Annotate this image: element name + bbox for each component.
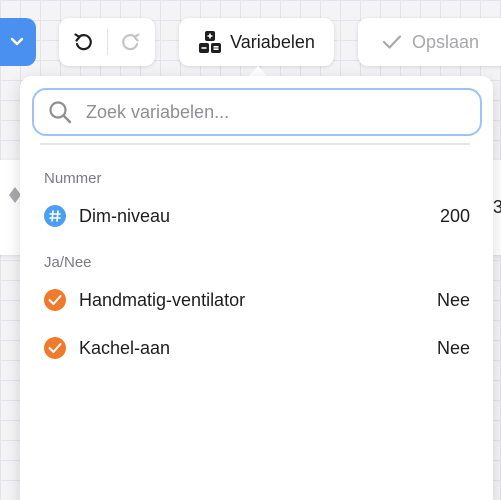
variable-value: Nee: [436, 289, 470, 310]
variables-icon: [199, 31, 222, 53]
variable-row-handmatig-ventilator[interactable]: Handmatig-ventilator Nee: [44, 285, 470, 315]
check-icon: [382, 35, 402, 49]
redo-button[interactable]: [107, 18, 155, 66]
save-button[interactable]: Opslaan: [358, 18, 501, 66]
variable-value: Nee: [436, 337, 470, 358]
history-controls: [59, 18, 155, 66]
undo-button[interactable]: [59, 18, 107, 66]
variables-button-label: Variabelen: [230, 31, 315, 52]
search-box[interactable]: [32, 88, 482, 136]
save-button-label: Opslaan: [412, 31, 480, 52]
variable-row-kachel-aan[interactable]: Kachel-aan Nee: [44, 333, 470, 363]
hash-icon: [44, 205, 66, 227]
check-circle-icon: [44, 337, 66, 359]
chevron-down-icon: [10, 37, 24, 46]
variable-row-dim-niveau[interactable]: Dim-niveau 200: [44, 201, 470, 231]
section-title-number: Nummer: [44, 170, 102, 187]
search-divider: [40, 143, 470, 145]
redo-icon: [122, 33, 140, 51]
search-icon: [49, 101, 72, 124]
canvas-node-right-text: 3: [493, 197, 501, 217]
variable-label: Handmatig-ventilator: [79, 289, 246, 310]
check-circle-icon: [44, 289, 66, 311]
variables-dropdown: Nummer Dim-niveau 200 Ja/Nee Handmatig-v…: [20, 76, 493, 500]
variable-label: Dim-niveau: [79, 205, 171, 226]
collapse-dropdown-button[interactable]: [0, 18, 36, 66]
variable-value: 200: [439, 205, 470, 226]
section-title-boolean: Ja/Nee: [44, 254, 92, 271]
variables-button[interactable]: Variabelen: [179, 18, 334, 66]
undo-icon: [74, 33, 92, 51]
variable-label: Kachel-aan: [79, 337, 171, 358]
search-input[interactable]: [86, 101, 446, 123]
